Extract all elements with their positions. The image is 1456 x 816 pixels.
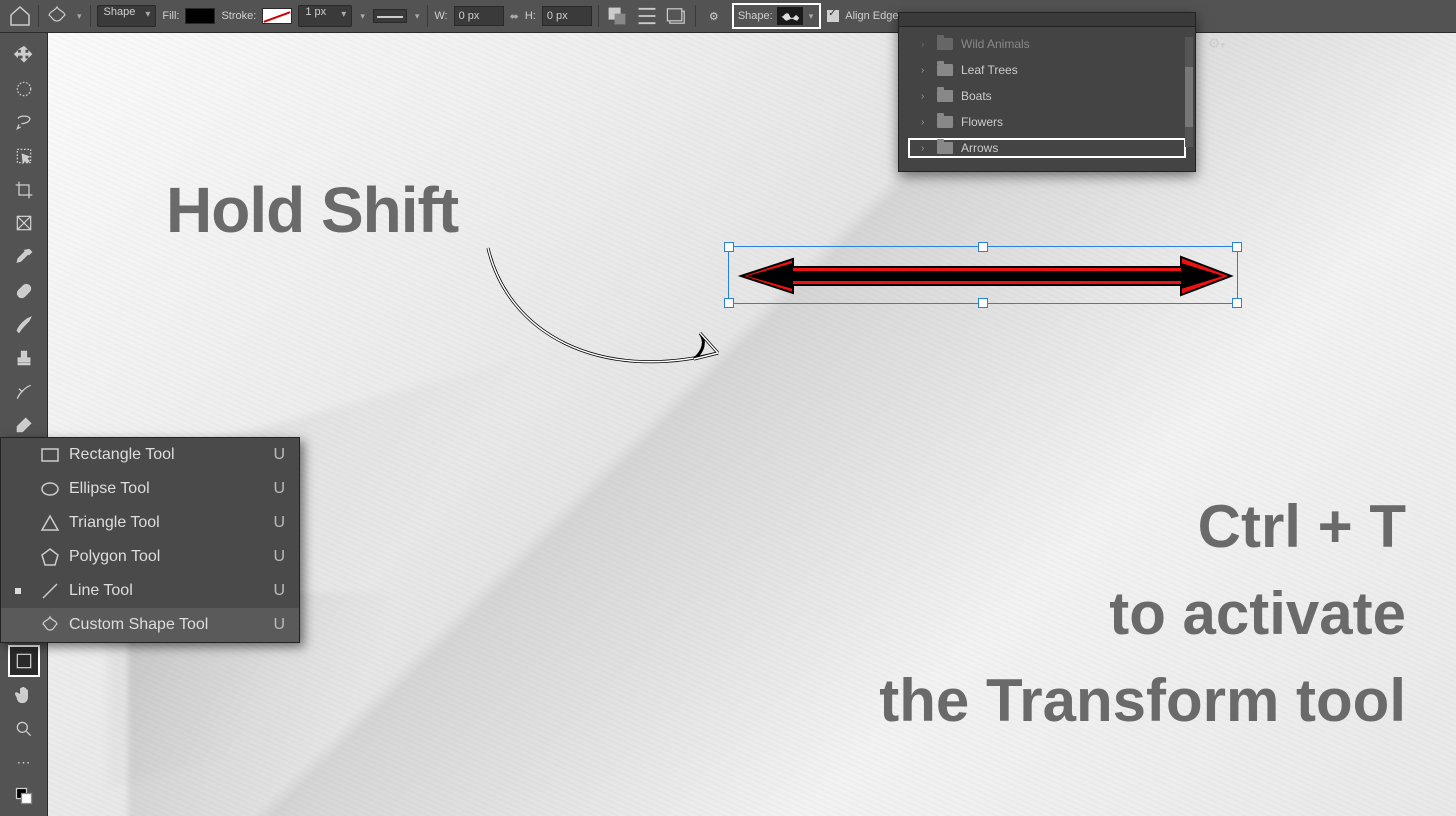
flyout-custom-shape[interactable]: Custom Shape ToolU [1, 608, 299, 642]
stroke-label: Stroke: [221, 10, 256, 22]
link-icon[interactable]: ⬌ [510, 10, 519, 23]
stroke-width-select[interactable]: 1 px [298, 5, 352, 27]
custom-shape-icon[interactable] [45, 4, 69, 28]
chevron-down-icon[interactable]: ▾ [358, 11, 367, 22]
line-icon [39, 580, 61, 602]
more-tools[interactable]: ⋯ [8, 746, 40, 778]
annotation-hold-shift: Hold Shift [166, 173, 458, 247]
shape-picker[interactable]: Shape: ▾ [732, 3, 821, 29]
zoom-tool[interactable] [8, 713, 40, 745]
folder-icon [937, 116, 953, 128]
path-combine-icon[interactable] [605, 4, 629, 28]
shapes-folder[interactable]: ›Wild Animals [899, 31, 1195, 57]
chevron-down-icon[interactable]: ▾ [413, 11, 422, 22]
transform-handle[interactable] [1232, 298, 1242, 308]
width-input[interactable] [454, 6, 504, 26]
chevron-down-icon: ▾ [807, 11, 816, 22]
scrollbar-thumb[interactable] [1185, 67, 1193, 127]
arrow-shape[interactable] [733, 253, 1235, 299]
folder-icon [937, 64, 953, 76]
color-swatches[interactable] [8, 780, 40, 812]
chevron-down-icon[interactable]: ▾ [75, 11, 84, 22]
align-icon[interactable] [635, 4, 659, 28]
flyout-rectangle[interactable]: Rectangle ToolU [1, 438, 299, 472]
move-tool[interactable] [8, 39, 40, 71]
transform-handle[interactable] [978, 242, 988, 252]
shape-mode-select[interactable]: Shape [97, 5, 157, 27]
shape-tool[interactable] [8, 645, 40, 677]
fill-label: Fill: [162, 10, 179, 22]
transform-handle[interactable] [1232, 242, 1242, 252]
tools-panel: ⋯ [0, 33, 48, 816]
brush-tool[interactable] [8, 309, 40, 341]
align-edges-checkbox[interactable] [827, 10, 839, 22]
folder-icon [937, 90, 953, 102]
ellipse-icon [39, 478, 61, 500]
transform-handle[interactable] [978, 298, 988, 308]
lasso-tool[interactable] [8, 106, 40, 138]
flyout-ellipse[interactable]: Ellipse ToolU [1, 472, 299, 506]
shapes-folder-selected[interactable]: ›Arrows [907, 137, 1187, 159]
custom-shape-icon [39, 614, 61, 636]
shapes-folder[interactable]: ›Flowers [899, 109, 1195, 135]
annotation-ctrl-t: Ctrl + T to activate the Transform tool [879, 483, 1406, 744]
height-label: H: [525, 10, 536, 22]
arrange-icon[interactable] [665, 4, 689, 28]
flyout-triangle[interactable]: Triangle ToolU [1, 506, 299, 540]
shape-tool-flyout: Rectangle ToolU Ellipse ToolU Triangle T… [0, 437, 300, 643]
transform-handle[interactable] [724, 298, 734, 308]
frame-tool[interactable] [8, 207, 40, 239]
rectangle-icon [39, 444, 61, 466]
stroke-swatch[interactable] [262, 8, 292, 24]
hand-tool[interactable] [8, 679, 40, 711]
transform-bounding-box[interactable] [728, 246, 1238, 304]
shape-thumbnail-icon [777, 7, 803, 25]
gear-icon[interactable]: ⚙ [702, 4, 726, 28]
stroke-style[interactable] [373, 9, 407, 23]
options-bar: ▾ Shape Fill: Stroke: 1 px ▾ ▾ W: ⬌ H: ⚙… [0, 0, 1456, 33]
eyedropper-tool[interactable] [8, 241, 40, 273]
crop-tool[interactable] [8, 174, 40, 206]
fill-swatch[interactable] [185, 8, 215, 24]
triangle-icon [39, 512, 61, 534]
transform-handle[interactable] [724, 242, 734, 252]
canvas[interactable]: Hold Shift Ctrl + T to activate the Tran… [48, 33, 1456, 816]
current-tool-indicator [15, 588, 21, 594]
polygon-icon [39, 546, 61, 568]
folder-icon [937, 38, 953, 50]
width-label: W: [434, 10, 447, 22]
healing-tool[interactable] [8, 275, 40, 307]
flyout-line[interactable]: Line ToolU [1, 574, 299, 608]
marquee-tool[interactable] [8, 73, 40, 105]
shapes-folder[interactable]: ›Boats [899, 83, 1195, 109]
shapes-folder[interactable]: ›Leaf Trees [899, 57, 1195, 83]
home-icon[interactable] [8, 4, 32, 28]
history-brush-tool[interactable] [8, 376, 40, 408]
height-input[interactable] [542, 6, 592, 26]
align-edges-label: Align Edges [845, 10, 904, 22]
gear-icon[interactable]: ⚙▾ [1208, 35, 1225, 52]
stamp-tool[interactable] [8, 342, 40, 374]
folder-icon [937, 142, 953, 154]
shapes-panel: ⚙▾ ›Wild Animals ›Leaf Trees ›Boats ›Flo… [898, 12, 1196, 172]
flyout-polygon[interactable]: Polygon ToolU [1, 540, 299, 574]
object-select-tool[interactable] [8, 140, 40, 172]
